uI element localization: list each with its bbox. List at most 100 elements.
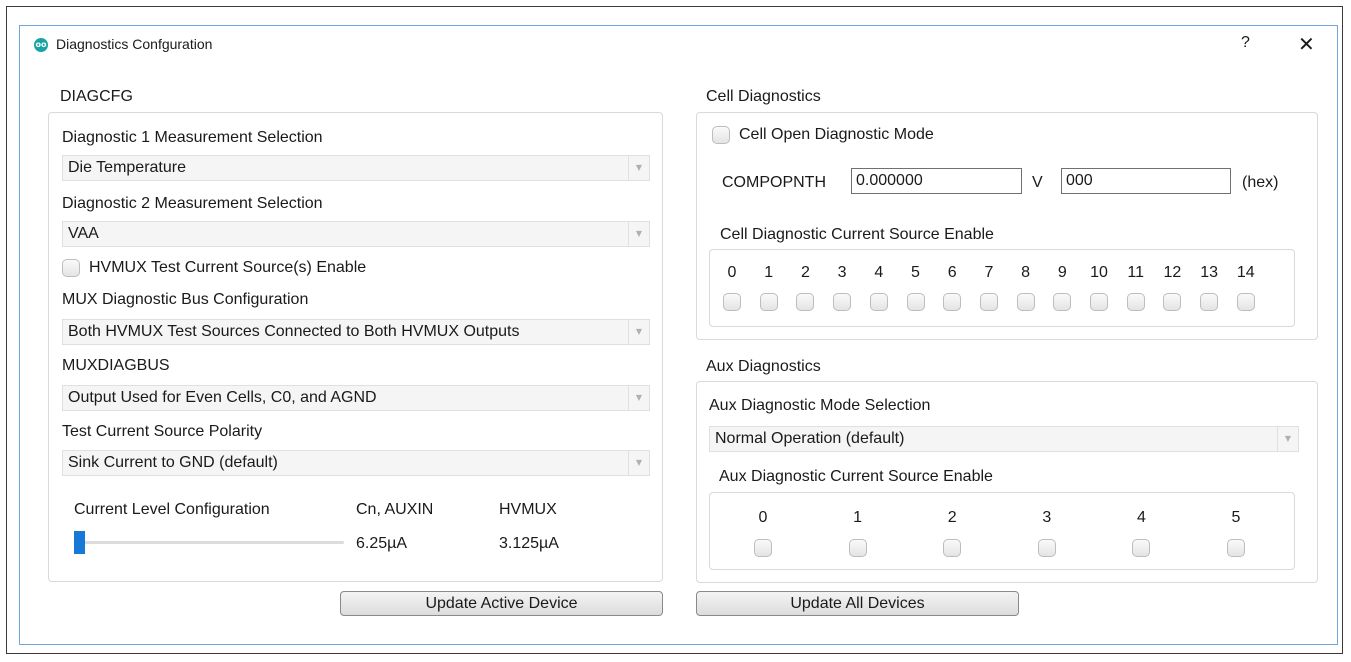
muxdiagbus-label: MUXDIAGBUS [62, 357, 170, 374]
cell-channel-label-2: 2 [800, 264, 810, 281]
cell-channel-label-4: 4 [874, 264, 884, 281]
hex-input[interactable]: 000 [1061, 168, 1231, 194]
cell-channel-checkbox-5[interactable] [906, 293, 925, 311]
hvmux-value: 3.125µA [499, 535, 559, 552]
hvmux-enable-label: HVMUX Test Current Source(s) Enable [89, 259, 367, 276]
cell-channel-checkbox-1[interactable] [759, 293, 778, 311]
aux-channel-label-0: 0 [758, 509, 768, 526]
cell-channel-checkbox-13[interactable] [1200, 293, 1219, 311]
aux-group: Aux Diagnostic Mode Selection Normal Ope… [696, 381, 1318, 583]
aux-channel-label-2: 2 [947, 509, 957, 526]
polarity-value: Sink Current to GND (default) [68, 454, 278, 471]
cn-auxin-value: 6.25µA [356, 535, 408, 552]
close-button[interactable]: ✕ [1298, 32, 1315, 56]
hvmux-enable-checkbox[interactable] [62, 259, 80, 277]
chevron-down-icon: ▼ [628, 320, 649, 344]
title-bar: oo Diagnostics Confguration ? ✕ [20, 26, 1337, 64]
cell-channel-label-9: 9 [1057, 264, 1067, 281]
cell-channel-label-13: 13 [1200, 264, 1218, 281]
cell-channel-checkbox-0[interactable] [723, 293, 741, 311]
chevron-down-icon: ▼ [628, 222, 649, 246]
aux-channel-label-3: 3 [1042, 509, 1052, 526]
cell-channel-label-7: 7 [984, 264, 994, 281]
aux-channel-label-4: 4 [1136, 509, 1146, 526]
cell-group: Cell Open Diagnostic Mode COMPOPNTH 0.00… [696, 112, 1318, 340]
muxdiagbus-value: Output Used for Even Cells, C0, and AGND [68, 389, 377, 406]
cn-auxin-header: Cn, AUXIN [356, 501, 434, 518]
compopnth-input[interactable]: 0.000000 [851, 168, 1022, 194]
aux-channel-checkbox-0[interactable] [754, 539, 772, 557]
diagcfg-section-label: DIAGCFG [60, 88, 133, 105]
mux-bus-value: Both HVMUX Test Sources Connected to Bot… [68, 323, 520, 340]
cell-section-label: Cell Diagnostics [706, 88, 821, 105]
update-all-devices-button[interactable]: Update All Devices [696, 591, 1019, 616]
cell-channel-checkbox-2[interactable] [796, 293, 815, 311]
cell-channel-label-5: 5 [911, 264, 920, 281]
update-active-device-button[interactable]: Update Active Device [340, 591, 663, 616]
hvmux-header: HVMUX [499, 501, 557, 518]
cell-channel-checkbox-9[interactable] [1053, 293, 1072, 311]
chevron-down-icon: ▼ [628, 386, 649, 410]
cell-current-source-label: Cell Diagnostic Current Source Enable [720, 226, 994, 243]
cell-channel-label-3: 3 [837, 264, 847, 281]
cell-channel-label-1: 1 [764, 264, 774, 281]
cell-channel-checkbox-10[interactable] [1090, 293, 1108, 311]
diag2-value: VAA [68, 225, 99, 242]
cell-channel-label-10: 10 [1090, 264, 1108, 281]
cell-channel-checkbox-11[interactable] [1126, 293, 1145, 311]
help-button[interactable]: ? [1241, 34, 1250, 52]
diag2-select[interactable]: VAA ▼ [62, 221, 650, 247]
cell-channel-label-14: 14 [1236, 264, 1255, 281]
aux-current-source-group: 0 1 2 3 4 5 [709, 492, 1295, 570]
cell-channel-label-11: 11 [1127, 264, 1144, 281]
diagnostics-dialog: oo Diagnostics Confguration ? ✕ DIAGCFG … [19, 25, 1338, 645]
current-level-label: Current Level Configuration [74, 501, 270, 518]
cell-channel-checkbox-6[interactable] [943, 293, 962, 311]
cell-open-mode-label: Cell Open Diagnostic Mode [739, 126, 934, 143]
compopnth-unit-label: V [1032, 174, 1043, 191]
polarity-label: Test Current Source Polarity [62, 423, 263, 440]
cell-channel-checkbox-8[interactable] [1016, 293, 1035, 311]
chevron-down-icon: ▼ [628, 156, 649, 180]
aux-channel-label-5: 5 [1231, 509, 1241, 526]
muxdiagbus-select[interactable]: Output Used for Even Cells, C0, and AGND… [62, 385, 650, 411]
current-level-slider-track[interactable] [74, 541, 344, 544]
aux-channel-checkbox-2[interactable] [943, 539, 962, 557]
chevron-down-icon: ▼ [628, 451, 649, 475]
cell-channel-checkbox-12[interactable] [1163, 293, 1182, 311]
cell-channel-label-6: 6 [947, 264, 957, 281]
mux-bus-label: MUX Diagnostic Bus Configuration [62, 291, 309, 308]
aux-section-label: Aux Diagnostics [706, 358, 821, 375]
aux-channel-label-1: 1 [853, 509, 863, 526]
cell-channel-label-8: 8 [1021, 264, 1031, 281]
diagcfg-group: Diagnostic 1 Measurement Selection Die T… [48, 112, 663, 582]
aux-channel-checkbox-5[interactable] [1227, 539, 1245, 557]
maxim-logo-icon: oo [34, 38, 48, 52]
aux-current-source-label: Aux Diagnostic Current Source Enable [719, 468, 993, 485]
diag2-label: Diagnostic 2 Measurement Selection [62, 195, 323, 212]
cell-channel-checkbox-7[interactable] [979, 293, 998, 311]
cell-channel-label-12: 12 [1163, 264, 1182, 281]
cell-open-mode-checkbox[interactable] [712, 126, 730, 144]
diag1-label: Diagnostic 1 Measurement Selection [62, 129, 323, 146]
cell-channel-checkbox-14[interactable] [1236, 293, 1255, 311]
aux-channel-checkbox-3[interactable] [1037, 539, 1056, 557]
polarity-select[interactable]: Sink Current to GND (default) ▼ [62, 450, 650, 476]
aux-channel-checkbox-1[interactable] [848, 539, 867, 557]
chevron-down-icon: ▼ [1277, 427, 1298, 451]
cell-channel-checkbox-3[interactable] [833, 293, 852, 311]
aux-mode-value: Normal Operation (default) [715, 430, 905, 447]
diag1-value: Die Temperature [68, 159, 186, 176]
window-title: Diagnostics Confguration [56, 36, 213, 52]
aux-mode-select[interactable]: Normal Operation (default) ▼ [709, 426, 1299, 452]
diag1-select[interactable]: Die Temperature ▼ [62, 155, 650, 181]
current-level-slider-thumb[interactable] [74, 531, 85, 554]
cell-current-source-group: 0 1 2 3 4 5 6 7 8 9 10 11 12 13 14 [709, 249, 1295, 327]
cell-channel-label-0: 0 [727, 264, 737, 281]
hex-label: (hex) [1242, 174, 1279, 191]
cell-channel-checkbox-4[interactable] [869, 293, 888, 311]
aux-mode-label: Aux Diagnostic Mode Selection [709, 397, 931, 414]
aux-channel-checkbox-4[interactable] [1132, 539, 1151, 557]
compopnth-label: COMPOPNTH [722, 174, 826, 191]
mux-bus-select[interactable]: Both HVMUX Test Sources Connected to Bot… [62, 319, 650, 345]
